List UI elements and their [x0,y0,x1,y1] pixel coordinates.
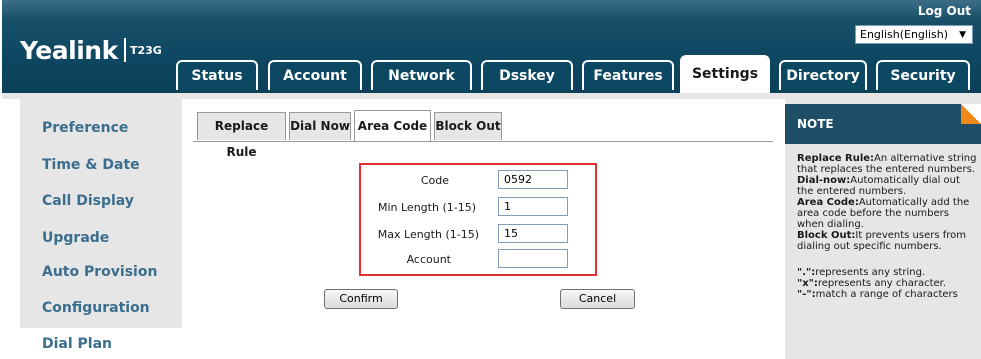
yealink-logo: Yealink [20,36,118,65]
note-x-symbol: "x":represents any character. [797,278,947,289]
sidebar-item-call-display[interactable]: Call Display [42,193,134,209]
note-dial-now: Dial-now:Automatically dial out the ente… [797,175,960,197]
max-length-input[interactable] [498,224,568,243]
sidebar-item-auto-provision[interactable]: Auto Provision [42,264,157,280]
code-input[interactable] [498,170,568,189]
note-replace-rule: Replace Rule:An alternative string that … [797,153,977,175]
account-label: Account [406,253,451,266]
sidebar [20,99,182,359]
tab-account[interactable]: Account [268,60,362,90]
note-body: Replace Rule:An alternative string that … [797,153,977,300]
subtab-divider [193,141,773,142]
language-selected: English(English) [860,28,949,41]
tab-dsskey[interactable]: Dsskey [481,60,573,90]
note-area-code: Area Code:Automatically add the area cod… [797,197,970,230]
note-corner-icon [961,104,981,124]
note-dot-symbol: ".":represents any string. [797,267,926,278]
subtab-dial-now[interactable]: Dial Now [289,112,351,140]
max-length-label: Max Length (1-15) [377,228,479,241]
language-select[interactable]: English(English) ▼ [855,25,973,44]
tab-network[interactable]: Network [371,60,472,90]
logout-link[interactable]: Log Out [918,4,971,18]
min-length-label: Min Length (1-15) [377,201,476,214]
sidebar-item-upgrade[interactable]: Upgrade [42,230,109,246]
subtab-replace-rule[interactable]: Replace Rule [197,112,286,159]
tab-status[interactable]: Status [176,60,258,90]
sidebar-item-dial-plan[interactable]: Dial Plan [42,336,112,352]
min-length-input[interactable] [498,197,568,216]
model-label: T23G [130,44,162,57]
logo-separator [124,38,126,62]
dropdown-arrow-icon: ▼ [959,30,966,40]
sidebar-item-configuration[interactable]: Configuration [42,300,150,316]
sidebar-item-time-date[interactable]: Time & Date [42,157,140,173]
tab-settings[interactable]: Settings [680,55,770,93]
subtab-block-out[interactable]: Block Out [434,112,502,140]
note-title: NOTE [797,117,834,131]
sidebar-item-preference[interactable]: Preference [42,120,128,136]
tab-features[interactable]: Features [582,60,674,90]
tab-security[interactable]: Security [876,60,970,90]
note-block-out: Block Out:It prevents users from dialing… [797,230,967,252]
code-label: Code [420,174,449,187]
note-dash-symbol: "-":match a range of characters [797,289,958,300]
account-input[interactable] [498,249,568,268]
cancel-button[interactable]: Cancel [560,289,635,309]
confirm-button[interactable]: Confirm [324,289,398,309]
tab-directory[interactable]: Directory [779,60,867,90]
subtab-area-code[interactable]: Area Code [354,110,431,142]
